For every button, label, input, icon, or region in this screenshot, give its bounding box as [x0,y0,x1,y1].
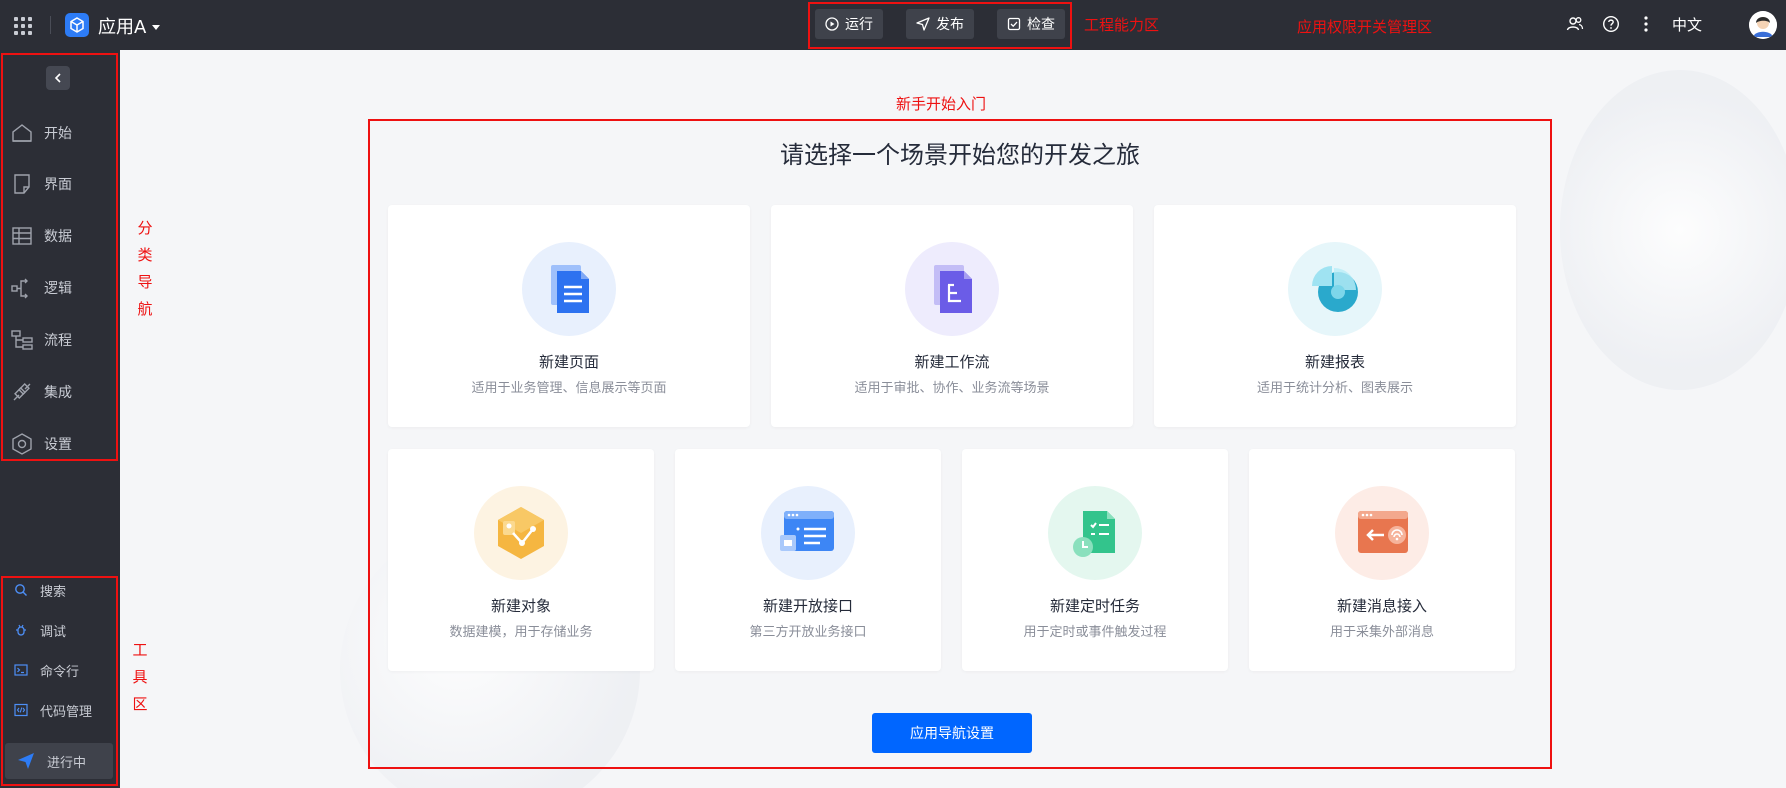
search-icon [15,584,27,596]
card-new-message-inbound[interactable]: 新建消息接入 用于采集外部消息 [1249,449,1515,671]
running-status-button[interactable]: 进行中 [5,743,113,779]
chevron-left-icon [54,73,61,83]
flow-tree-icon [11,330,33,350]
card-new-report[interactable]: 新建报表 适用于统计分析、图表展示 [1154,205,1516,427]
card-new-timer-task[interactable]: 新建定时任务 用于定时或事件触发过程 [962,449,1228,671]
app-switcher[interactable]: 应用A [98,13,161,39]
annotation-project-tools: 工程能力区 [1084,16,1160,34]
sidebar-tool-code-management[interactable]: 代码管理 [14,698,92,722]
app-cube-icon [65,13,89,37]
sidebar-tool-search[interactable]: 搜索 [14,578,66,602]
home-icon [12,124,32,142]
workflow-doc-icon [905,242,999,336]
help-icon[interactable] [1601,14,1621,34]
report-pie-icon [1288,242,1382,336]
card-new-object[interactable]: 新建对象 数据建模，用于存储业务 [388,449,654,671]
page-icon [14,174,30,194]
check-button[interactable]: 检查 [997,9,1065,39]
avatar[interactable] [1749,11,1777,39]
caret-down-icon [152,24,161,30]
sidebar-item-settings[interactable]: 设置 [10,429,72,459]
more-vertical-icon[interactable] [1636,14,1656,34]
run-button[interactable]: 运行 [815,9,883,39]
annotation-permissions: 应用权限开关管理区 [1297,18,1433,36]
app-navigation-settings-button[interactable]: 应用导航设置 [872,713,1032,753]
app-grid-icon[interactable] [14,17,32,35]
plug-icon [13,383,31,401]
sidebar-tool-terminal[interactable]: 命令行 [14,658,79,682]
sidebar-item-logic[interactable]: 逻辑 [10,273,72,303]
app-name: 应用A [98,17,147,38]
page-doc-icon [522,242,616,336]
object-hexagon-icon [474,486,568,580]
checkbox-icon [1007,17,1021,31]
sidebar-item-ui[interactable]: 界面 [10,169,72,199]
card-new-page[interactable]: 新建页面 适用于业务管理、信息展示等页面 [388,205,750,427]
sidebar-item-flow[interactable]: 流程 [10,325,72,355]
code-icon [14,703,28,717]
hexagon-settings-icon [12,433,32,455]
getting-started-panel: 请选择一个场景开始您的开发之旅 新建页面 适用于业务管理、信息展示等页面 新建工… [368,119,1552,769]
send-plane-icon [18,753,34,769]
play-circle-icon [825,17,839,31]
timer-task-icon [1048,486,1142,580]
sidebar-tool-debug[interactable]: 调试 [14,618,66,642]
top-bar: 应用A 运行 发布 检查 工程能力区 应用权限开关管理区 中文 [0,0,1786,50]
terminal-icon [14,664,28,676]
open-api-icon [761,486,855,580]
table-icon [12,227,32,245]
annotation-tools-area: 工具区 [132,641,148,713]
divider [50,16,51,34]
background-decoration [1560,70,1786,390]
page-title: 请选择一个场景开始您的开发之旅 [780,141,1140,169]
logic-branch-icon [11,278,28,299]
sidebar-item-integration[interactable]: 集成 [10,377,72,407]
annotation-getting-started: 新手开始入门 [896,95,987,113]
members-icon[interactable] [1565,14,1585,34]
card-new-open-api[interactable]: 新建开放接口 第三方开放业务接口 [675,449,941,671]
annotation-category-nav: 分类导航 [137,219,153,318]
card-new-workflow[interactable]: 新建工作流 适用于审批、协作、业务流等场景 [771,205,1133,427]
send-icon [916,17,930,31]
sidebar: 开始 界面 数据 逻辑 流程 集成 设置 搜索 调试 命令行 代码管理 进行中 [0,50,120,788]
publish-button[interactable]: 发布 [906,9,974,39]
language-switcher[interactable]: 中文 [1672,14,1702,35]
collapse-sidebar-button[interactable] [46,66,70,90]
message-inbound-icon [1335,486,1429,580]
debug-bug-icon [16,624,26,636]
sidebar-item-data[interactable]: 数据 [10,221,72,251]
sidebar-item-start[interactable]: 开始 [10,118,72,148]
